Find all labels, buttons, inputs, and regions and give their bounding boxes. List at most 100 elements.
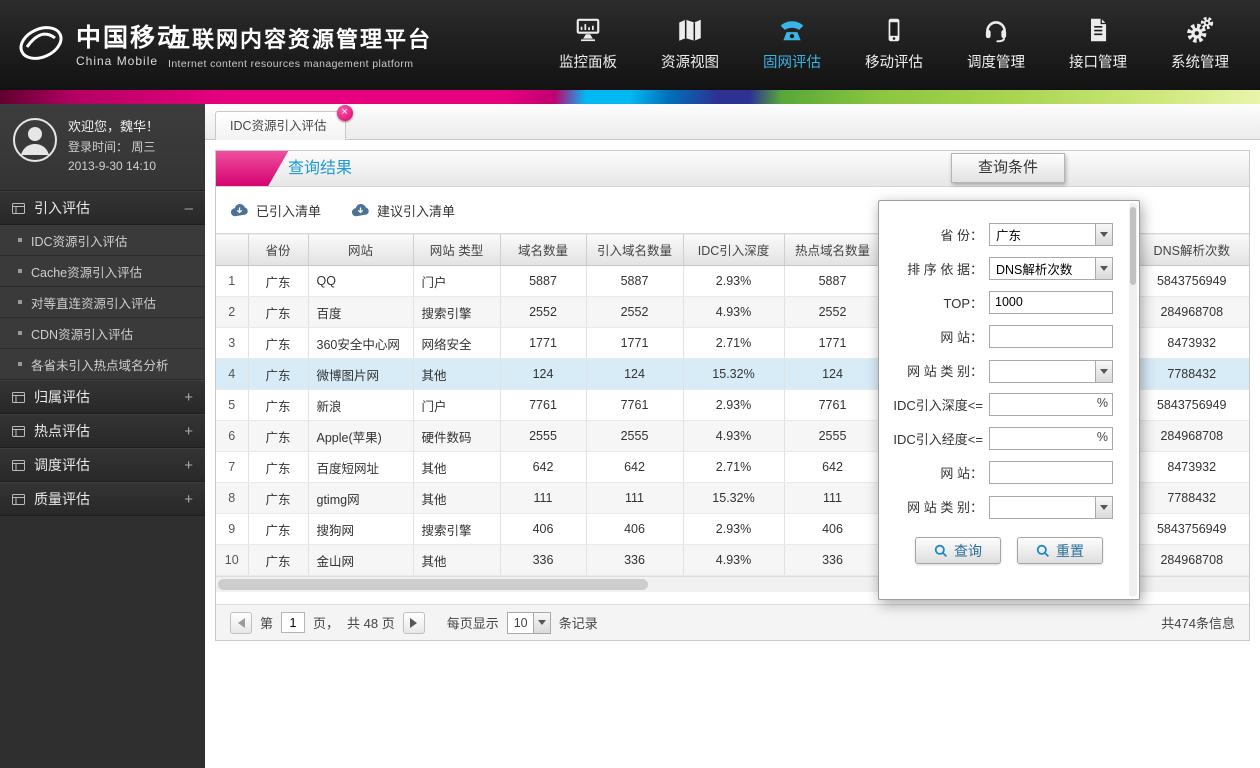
cell: 360安全中心网 [307, 327, 413, 359]
idc-longitude-input[interactable] [989, 426, 1113, 450]
tab-idc-eval[interactable]: IDC资源引入评估 × [215, 105, 353, 140]
sidebar-section-import-eval[interactable]: 引入评估 – [0, 191, 205, 226]
bullet-icon [18, 269, 22, 274]
idc-depth-input[interactable] [989, 392, 1113, 416]
pink-accent-shape [216, 151, 289, 186]
cell: 2.93% [682, 513, 784, 545]
cell: 8 [216, 482, 248, 514]
gears-icon [1162, 12, 1238, 44]
form-row-idc-depth: IDC引入深度<= % [879, 387, 1139, 421]
cell: 9 [216, 513, 248, 545]
form-row-province: 省 份： 广东 [879, 217, 1139, 251]
cell: 2.93% [682, 265, 784, 297]
website-type-select-1[interactable] [989, 360, 1113, 383]
login-time-label: 登录时间： 周三 [68, 139, 156, 154]
cell: 111 [783, 482, 881, 514]
sidebar-item-idc-eval[interactable]: IDC资源引入评估 [0, 225, 205, 257]
prev-page-button[interactable] [230, 611, 252, 634]
cell: 其他 [412, 482, 500, 514]
cell: 124 [499, 358, 586, 390]
nav-item-resource-view[interactable]: 资源视图 [652, 12, 728, 72]
nav-item-monitor-dashboard[interactable]: 监控面板 [550, 12, 626, 72]
cell: 5887 [499, 265, 586, 297]
brand-logo: 中国移动 China Mobile [14, 16, 184, 70]
imported-list-button[interactable]: 已引入清单 [230, 201, 321, 220]
sidebar-item-cdn-eval[interactable]: CDN资源引入评估 [0, 318, 205, 350]
scrollbar-thumb[interactable] [1130, 207, 1136, 285]
cell: 广东 [247, 482, 308, 514]
col-province: 省份 [247, 233, 308, 266]
cell: 其他 [412, 544, 500, 576]
collapse-icon: – [184, 199, 193, 217]
next-page-button[interactable] [402, 611, 425, 634]
nav-item-fixed-network-eval[interactable]: 固网评估 [754, 12, 830, 72]
website-label: 网 站： [940, 465, 983, 481]
cell: 284968708 [1133, 544, 1249, 576]
page-mid-label: 页， [313, 616, 340, 631]
chevron-down-icon [1095, 223, 1112, 245]
sidebar-item-cache-eval[interactable]: Cache资源引入评估 [0, 256, 205, 288]
page-input[interactable] [281, 612, 306, 633]
cell: 广东 [247, 389, 308, 421]
idc-longitude-label: IDC引入经度<= [893, 431, 983, 447]
sidebar-section-quality-eval[interactable]: 质量评估 + [0, 482, 205, 517]
next-arrow-icon [410, 617, 418, 628]
cell: 广东 [247, 544, 308, 576]
cell: 搜索引擎 [412, 296, 500, 328]
website-input-1[interactable] [989, 324, 1113, 348]
expand-icon: + [184, 388, 193, 406]
expand-icon: + [184, 490, 193, 508]
tab-close-icon[interactable]: × [336, 105, 353, 121]
list-icon [12, 459, 25, 471]
scrollbar-thumb[interactable] [218, 579, 648, 590]
nav-item-mobile-eval[interactable]: 移动评估 [856, 12, 932, 72]
cell: 广东 [247, 358, 308, 390]
sidebar-item-hotspot-analysis[interactable]: 各省未引入热点域名分析 [0, 349, 205, 381]
cloud-icon [230, 203, 248, 217]
platform-subtitle: Internet content resources management pl… [168, 58, 414, 70]
sidebar-section-hotspot-eval[interactable]: 热点评估 + [0, 414, 205, 449]
expand-icon: + [184, 456, 193, 474]
query-conditions-button[interactable]: 查询条件 [950, 153, 1065, 183]
expand-icon: + [184, 422, 193, 440]
cell: 7761 [585, 389, 683, 421]
website-input-2[interactable] [989, 460, 1113, 484]
suggested-list-button[interactable]: 建议引入清单 [351, 201, 455, 220]
province-select[interactable]: 广东 [989, 222, 1113, 246]
col-index [216, 233, 248, 266]
website-type-select-2[interactable] [989, 496, 1113, 519]
col-domain-count: 域名数量 [499, 233, 586, 266]
document-icon [1060, 12, 1136, 44]
search-button[interactable]: 查询 [915, 537, 1001, 564]
cell: gtimg网 [307, 482, 413, 514]
sort-by-select[interactable]: DNS解析次数 [989, 256, 1113, 280]
cell: 广东 [247, 513, 308, 545]
popup-scrollbar[interactable] [1129, 203, 1137, 597]
nav-item-interface-mgmt[interactable]: 接口管理 [1060, 12, 1136, 72]
panel-header: 查询结果 [216, 151, 1249, 187]
nav-item-system-mgmt[interactable]: 系统管理 [1162, 12, 1238, 72]
per-page-select[interactable]: 10 [506, 611, 551, 634]
sidebar-item-peer-eval[interactable]: 对等直连资源引入评估 [0, 287, 205, 319]
china-mobile-logo-icon [19, 26, 63, 60]
chevron-down-icon [532, 612, 550, 633]
bullet-icon [18, 362, 22, 367]
form-row-website-1: 网 站： [879, 319, 1139, 353]
cell: 7761 [783, 389, 881, 421]
list-icon [12, 425, 25, 437]
list-icon [12, 391, 25, 403]
cell: 2552 [585, 296, 683, 328]
user-info-block: 欢迎您，魏华！ 登录时间： 周三 2013-9-30 14:10 [0, 104, 205, 192]
sidebar-section-dispatch-eval[interactable]: 调度评估 + [0, 448, 205, 483]
app-window: 中国移动 China Mobile 互联网内容资源管理平台 Internet c… [0, 0, 1260, 768]
cell: 广东 [247, 327, 308, 359]
website-label: 网 站： [940, 329, 983, 345]
nav-item-dispatch-mgmt[interactable]: 调度管理 [958, 12, 1034, 72]
cell: 2.71% [682, 327, 784, 359]
top-input[interactable] [989, 290, 1113, 314]
cell: 10 [216, 544, 248, 576]
sidebar-section-attribution-eval[interactable]: 归属评估 + [0, 380, 205, 415]
query-conditions-popup: 省 份： 广东 排 序 依 据： DNS解析次数 TOP： 网 站： 网 站 类… [878, 200, 1140, 600]
cell: 新浪 [307, 389, 413, 421]
reset-button[interactable]: 重置 [1017, 537, 1103, 564]
